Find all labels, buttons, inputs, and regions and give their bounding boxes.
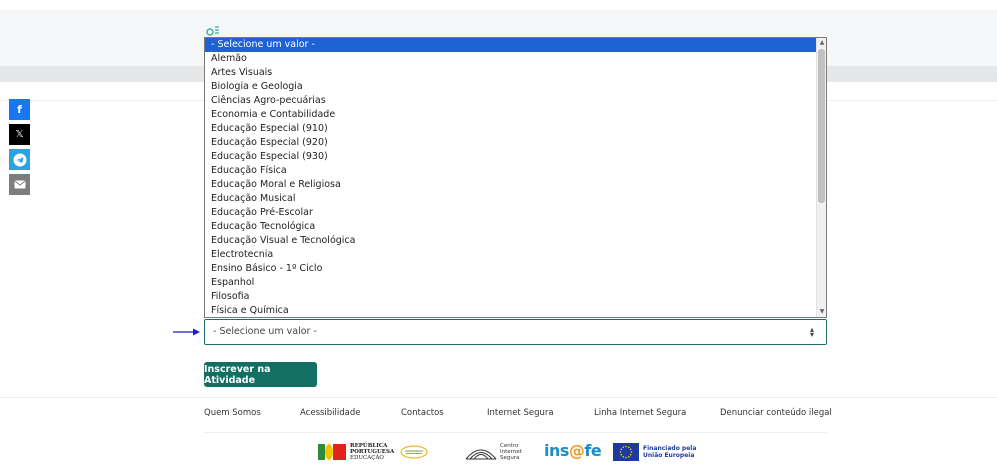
scrollbar-thumb[interactable] <box>818 49 825 203</box>
dropdown-option[interactable]: Educação Especial (910) <box>205 122 826 136</box>
cis-line3: Segura <box>500 455 520 461</box>
register-activity-label: Inscrever na Atividade <box>204 363 271 386</box>
dropdown-option[interactable]: Electrotecnia <box>205 248 826 262</box>
dropdown-option[interactable]: Física e Química <box>205 304 826 317</box>
telegram-icon <box>13 153 26 166</box>
footer-link-contactos[interactable]: Contactos <box>401 408 444 418</box>
republica-portuguesa-logo[interactable]: REPÚBLICA PORTUGUESA EDUCAÇÃO <box>318 443 428 461</box>
insafe-wordmark: ins@fe <box>544 441 602 460</box>
footer-link-internet-segura[interactable]: Internet Segura <box>487 408 554 418</box>
dropdown-option[interactable]: Ensino Básico - 1º Ciclo <box>205 262 826 276</box>
footer-link-quem-somos[interactable]: Quem Somos <box>204 408 261 418</box>
eu-funding-logo[interactable]: Financiado pela União Europeia <box>613 443 696 461</box>
footer-link-acessibilidade[interactable]: Acessibilidade <box>300 408 361 418</box>
dropdown-option[interactable]: Ciências Agro-pecuárias <box>205 94 826 108</box>
dropdown-option[interactable]: Educação Moral e Religiosa <box>205 178 826 192</box>
footer-link-linha-internet-segura[interactable]: Linha Internet Segura <box>594 408 686 418</box>
dropdown-option[interactable]: Educação Especial (930) <box>205 150 826 164</box>
dropdown-option[interactable]: Economia e Contabilidade <box>205 108 826 122</box>
eu-flag-icon <box>613 443 639 461</box>
dropdown-option[interactable]: Alemão <box>205 52 826 66</box>
register-activity-button[interactable]: Inscrever na Atividade <box>204 362 317 387</box>
cis-logo-icon <box>465 449 497 460</box>
footer-link-denunciar[interactable]: Denunciar conteúdo ilegal <box>720 408 832 418</box>
republica-line3: EDUCAÇÃO <box>350 455 384 461</box>
dropdown-option[interactable]: Educação Visual e Tecnológica <box>205 234 826 248</box>
dropdown-option[interactable]: Espanhol <box>205 276 826 290</box>
share-x-button[interactable]: 𝕏 <box>9 124 30 145</box>
dge-logo-icon <box>400 445 428 459</box>
portugal-flag-icon <box>318 444 346 460</box>
dropdown-option[interactable]: Biologia e Geologia <box>205 80 826 94</box>
logo-icon <box>206 26 219 36</box>
subject-select[interactable]: - Selecione um valor - ▴ ▾ <box>204 319 827 345</box>
dropdown-option[interactable]: Educação Musical <box>205 192 826 206</box>
select-value: - Selecione um valor - <box>213 326 317 337</box>
dropdown-option[interactable]: - Selecione um valor - <box>205 38 826 52</box>
share-facebook-button[interactable]: f <box>9 99 30 120</box>
email-icon <box>13 180 26 189</box>
share-telegram-button[interactable] <box>9 149 30 170</box>
dropdown-option[interactable]: Filosofia <box>205 290 826 304</box>
footer-divider <box>0 397 997 398</box>
x-icon: 𝕏 <box>15 129 24 140</box>
arrow-pointer-icon <box>173 328 200 336</box>
centro-internet-segura-logo[interactable]: Centro Internet Segura <box>465 443 522 461</box>
dropdown-option[interactable]: Educação Física <box>205 164 826 178</box>
eu-line2: União Europeia <box>643 452 695 459</box>
dropdown-option[interactable]: Artes Visuais <box>205 66 826 80</box>
dropdown-option[interactable]: Educação Tecnológica <box>205 220 826 234</box>
eu-line1: Financiado pela <box>643 445 697 452</box>
facebook-icon: f <box>17 103 22 116</box>
select-caret-icon: ▴ ▾ <box>809 325 814 339</box>
dropdown-scrollbar[interactable]: ▲ ▼ <box>816 38 826 317</box>
partners-divider <box>204 432 827 433</box>
scroll-up-icon[interactable]: ▲ <box>817 38 826 48</box>
dropdown-option[interactable]: Educação Pré-Escolar <box>205 206 826 220</box>
share-email-button[interactable] <box>9 174 30 195</box>
subject-dropdown-list[interactable]: - Selecione um valor - Alemão Artes Visuai… <box>204 37 827 318</box>
scroll-down-icon[interactable]: ▼ <box>817 307 826 317</box>
dropdown-option[interactable]: Educação Especial (920) <box>205 136 826 150</box>
insafe-logo[interactable]: ins@fe <box>544 441 602 460</box>
